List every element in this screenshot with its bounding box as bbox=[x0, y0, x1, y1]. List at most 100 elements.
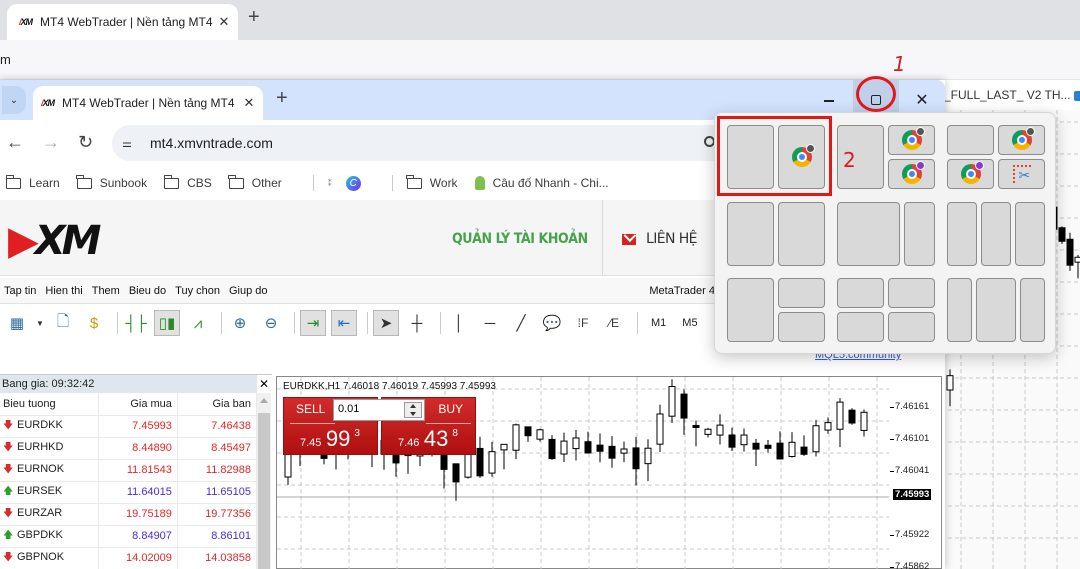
dropdown-icon[interactable]: ▼ bbox=[35, 310, 45, 336]
snap-zone[interactable] bbox=[727, 278, 774, 342]
snap-zone[interactable] bbox=[888, 312, 935, 342]
bookmark-folder-work[interactable]: Work bbox=[406, 174, 458, 190]
market-watch-row[interactable]: 🡇 EURZAR 19.75189 19.77356 bbox=[0, 503, 258, 526]
bullish-candle bbox=[836, 401, 844, 430]
market-watch-row[interactable]: 🡇 EURHKD 8.44890 8.45497 bbox=[0, 437, 258, 460]
snap-zone-bottom-right[interactable] bbox=[888, 159, 935, 189]
zoom-in-icon[interactable]: ⊕ bbox=[227, 310, 253, 336]
timeframe-m1[interactable]: M1 bbox=[651, 317, 666, 329]
market-watch-row[interactable]: 🡇 EURNOK 11.81543 11.82988 bbox=[0, 459, 258, 482]
menu-insert[interactable]: Them bbox=[92, 285, 120, 297]
bookmark-folder-learn[interactable]: Learn bbox=[5, 174, 60, 190]
symbol-name: EURNOK bbox=[17, 462, 65, 475]
bookmark-chess-puzzle[interactable]: Câu đố Nhanh - Chi... bbox=[474, 176, 609, 190]
snap-zone[interactable] bbox=[778, 278, 825, 308]
zoom-out-icon[interactable]: ⊖ bbox=[258, 310, 284, 336]
chart-ohlc-info: EURDKK,H1 7.46018 7.46019 7.45993 7.4599… bbox=[283, 381, 496, 392]
elliott-icon[interactable]: ⁄E bbox=[601, 310, 627, 336]
menu-file[interactable]: Tap tin bbox=[4, 285, 36, 297]
header-bid[interactable]: Gia mua bbox=[98, 393, 178, 416]
snap-zone[interactable] bbox=[904, 202, 935, 266]
crosshair-icon[interactable]: ┼ bbox=[404, 310, 430, 336]
snap-zone[interactable] bbox=[837, 202, 900, 266]
line-chart-icon[interactable]: ⩘ bbox=[185, 310, 211, 336]
trendline-icon[interactable]: ╱ bbox=[508, 310, 534, 336]
text-label-icon[interactable]: 💬 bbox=[539, 310, 565, 336]
candlestick-chart-icon[interactable]: ▯▮ bbox=[154, 310, 180, 336]
menu-charts[interactable]: Bieu do bbox=[129, 285, 166, 297]
snap-zone-top-right[interactable] bbox=[998, 125, 1045, 155]
scroll-thumb[interactable] bbox=[258, 413, 270, 569]
snap-zone[interactable] bbox=[778, 312, 825, 342]
auto-scroll-icon[interactable]: ⇥ bbox=[300, 310, 326, 336]
background-other-tab[interactable]: _FULL_LAST_ V2 TH... bbox=[944, 88, 1071, 102]
snap-zone[interactable] bbox=[778, 202, 825, 266]
bullish-candle bbox=[488, 451, 496, 474]
menu-help[interactable]: Giup do bbox=[229, 285, 268, 297]
new-chart-icon[interactable]: ▦ bbox=[4, 310, 30, 336]
bookmark-folder-other[interactable]: Other bbox=[228, 174, 282, 190]
new-order-icon[interactable]: 🗋 bbox=[50, 310, 76, 336]
chart-shift-icon[interactable]: ⇤ bbox=[331, 310, 357, 336]
market-watch-row[interactable]: 🡇 GBPNOK 14.02009 14.03858 bbox=[0, 547, 258, 569]
menu-options[interactable]: Tuy chon bbox=[175, 285, 220, 297]
snap-zone-top-right[interactable] bbox=[888, 125, 935, 155]
new-tab-button[interactable]: + bbox=[248, 6, 260, 29]
active-tab[interactable]: /XM MT4 WebTrader | Nền tảng MT4 ✕ bbox=[33, 86, 263, 120]
nav-contact[interactable]: LIÊN HỆ bbox=[622, 231, 697, 247]
nav-contact-label: LIÊN HỆ bbox=[646, 231, 697, 247]
mail-icon bbox=[622, 233, 636, 245]
snap-zone[interactable] bbox=[837, 312, 884, 342]
vertical-line-icon[interactable]: │ bbox=[446, 310, 472, 336]
snap-zone[interactable] bbox=[1020, 278, 1045, 342]
snap-zone[interactable] bbox=[947, 278, 972, 342]
price-chart[interactable]: EURDKK,H1 7.46018 7.46019 7.45993 7.4599… bbox=[276, 376, 942, 569]
forward-icon[interactable]: → bbox=[42, 132, 60, 153]
snap-zone[interactable] bbox=[981, 202, 1011, 266]
tab-search-button[interactable]: ⌄ bbox=[2, 86, 26, 114]
snap-zone-bottom-right[interactable] bbox=[998, 159, 1045, 189]
snap-zone-top-left[interactable] bbox=[947, 125, 994, 155]
snap-zone[interactable] bbox=[888, 278, 935, 308]
url-text[interactable]: mt4.xmvntrade.com bbox=[150, 135, 273, 151]
snap-zone[interactable] bbox=[1015, 202, 1045, 266]
site-info-icon[interactable]: ⚌ bbox=[122, 137, 144, 150]
background-tab[interactable]: /XM MT4 WebTrader | Nền tảng MT4 ✕ bbox=[7, 4, 238, 40]
market-watch-row[interactable]: 🡇 EURDKK 7.45993 7.46438 bbox=[0, 415, 258, 438]
bookmark-folder-cbs[interactable]: CBS bbox=[163, 174, 212, 190]
market-watch-scrollbar[interactable] bbox=[257, 393, 271, 569]
new-tab-button[interactable]: + bbox=[276, 87, 288, 110]
lot-size-input[interactable]: 0.01 bbox=[333, 399, 425, 421]
close-icon[interactable]: ✕ bbox=[214, 14, 234, 30]
scroll-up-icon[interactable] bbox=[260, 398, 268, 403]
snap-zone[interactable] bbox=[947, 202, 977, 266]
accounts-icon[interactable]: $ bbox=[81, 310, 107, 336]
header-symbol[interactable]: Bieu tuong bbox=[0, 393, 99, 416]
header-ask[interactable]: Gia ban bbox=[177, 393, 258, 416]
snap-zone[interactable] bbox=[976, 278, 1016, 342]
menu-view[interactable]: Hien thi bbox=[45, 285, 82, 297]
horizontal-line-icon[interactable]: ─ bbox=[477, 310, 503, 336]
market-watch-row[interactable]: 🡅 GBPDKK 8.84907 8.86101 bbox=[0, 525, 258, 548]
symbol-cell: 🡇 EURHKD bbox=[0, 437, 99, 460]
market-watch-panel: Bang gia: 09:32:42 ✕ Bieu tuong Gia mua … bbox=[0, 374, 272, 569]
timeframe-m5[interactable]: M5 bbox=[682, 317, 697, 329]
market-watch-close-icon[interactable]: ✕ bbox=[259, 377, 269, 391]
back-icon[interactable]: ← bbox=[6, 132, 24, 153]
bookmark-small-icon[interactable]: ⁑ bbox=[328, 179, 332, 188]
bar-chart-icon[interactable]: ┤├ bbox=[123, 310, 149, 336]
market-watch-row[interactable]: 🡅 EURSEK 11.64015 11.65105 bbox=[0, 481, 258, 504]
reload-icon[interactable]: ↻ bbox=[78, 132, 93, 153]
bullish-candle bbox=[500, 443, 508, 451]
bookmark-canva[interactable]: C bbox=[345, 175, 361, 191]
cursor-icon[interactable]: ➤ bbox=[373, 310, 399, 336]
nav-account-management[interactable]: QUẢN LÝ TÀI KHOẢN bbox=[452, 231, 588, 247]
bookmark-folder-sunbook[interactable]: Sunbook bbox=[76, 174, 147, 190]
lot-spinner[interactable] bbox=[404, 402, 422, 418]
close-tab-icon[interactable]: ✕ bbox=[239, 95, 259, 111]
snap-zone[interactable] bbox=[727, 202, 774, 266]
snap-zone-bottom-left[interactable] bbox=[947, 159, 994, 189]
fibonacci-icon[interactable]: ⁞F bbox=[570, 310, 596, 336]
snap-zone[interactable] bbox=[837, 278, 884, 308]
xm-logo[interactable]: ▶XM bbox=[8, 218, 101, 264]
